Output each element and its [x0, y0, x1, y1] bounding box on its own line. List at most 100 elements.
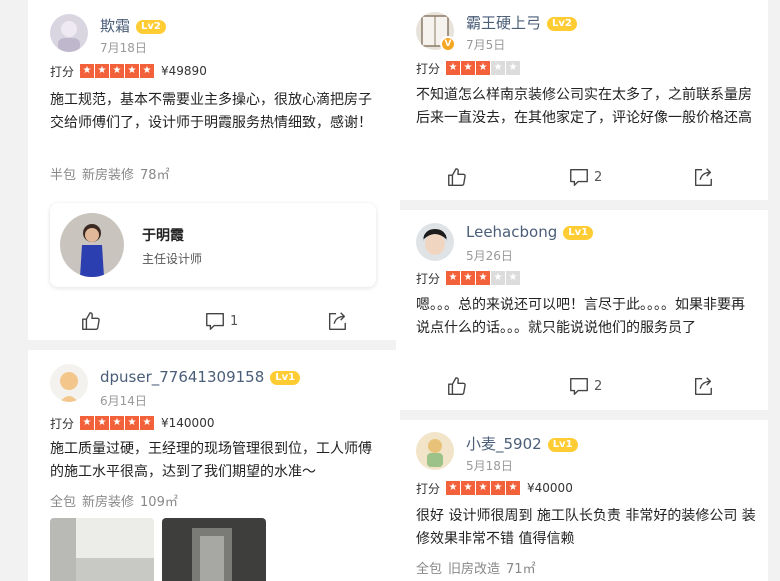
comment-count: 2 — [594, 169, 603, 185]
username[interactable]: Leehacbong Lv1 — [466, 223, 594, 241]
review-date: 7月5日 — [466, 38, 506, 52]
comment-count: 2 — [594, 378, 603, 394]
star-icon: ★ — [110, 416, 125, 430]
review-text: 施工质量过硬，王经理的现场管理很到位，工人师傅的施工水平很高，达到了我们期望的水… — [50, 441, 372, 480]
share-button[interactable] — [326, 310, 348, 332]
star-icon: ★ — [446, 271, 461, 285]
star-icon: ★ — [125, 64, 140, 78]
share-button[interactable] — [692, 166, 714, 188]
designer-name: 于明霞 — [142, 228, 184, 244]
package-type: 全包 — [50, 495, 77, 510]
user-avatar[interactable] — [416, 223, 454, 261]
designer-card[interactable]: 于明霞 主任设计师 — [50, 203, 376, 287]
rating-row: 打分 ★ ★ ★ ★ ★ ¥40000 — [416, 480, 573, 496]
comment-icon — [570, 377, 588, 395]
price: ¥40000 — [527, 481, 573, 495]
star-icon: ★ — [80, 416, 95, 430]
review-date: 7月18日 — [100, 41, 147, 55]
rating-row: 打分 ★ ★ ★ ★ ★ — [416, 60, 521, 76]
star-icon: ★ — [80, 64, 95, 78]
level-badge: Lv2 — [136, 20, 166, 34]
comment-count: 1 — [230, 313, 239, 329]
star-icon: ★ — [476, 271, 491, 285]
share-button[interactable] — [692, 375, 714, 397]
rating-label: 打分 — [416, 271, 441, 286]
review-text: 不知道怎么样南京装修公司实在太多了，之前联系量房后来一直没去，在其他家定了，评论… — [416, 87, 752, 126]
star-icon: ★ — [140, 416, 155, 430]
review-date: 5月18日 — [466, 459, 513, 473]
package-type: 全包 — [416, 562, 443, 577]
review-photo[interactable] — [50, 518, 154, 581]
star-icon: ★ — [476, 61, 491, 75]
like-button[interactable] — [446, 166, 468, 188]
rating-label: 打分 — [416, 61, 441, 76]
area: 109㎡ — [140, 495, 178, 510]
star-rating: ★ ★ ★ ★ ★ — [446, 61, 521, 75]
comment-button[interactable]: 2 — [568, 375, 602, 397]
verified-badge: V — [440, 36, 456, 52]
review-card: 小麦_5902 Lv1 5月18日 打分 ★ ★ ★ ★ ★ ¥40000 很好 设计师很… — [396, 420, 768, 581]
like-icon — [82, 312, 100, 330]
user-avatar[interactable] — [50, 364, 88, 402]
project-meta: 全包 旧房改造 71㎡ — [416, 558, 536, 577]
star-icon: ★ — [125, 416, 140, 430]
star-icon: ★ — [476, 481, 491, 495]
star-icon: ★ — [140, 64, 155, 78]
share-icon — [694, 377, 712, 395]
star-icon: ★ — [506, 61, 521, 75]
like-icon — [448, 377, 466, 395]
review-date: 6月14日 — [100, 394, 147, 408]
area: 71㎡ — [506, 562, 536, 577]
rating-label: 打分 — [416, 481, 441, 496]
comment-icon — [206, 312, 224, 330]
review-card: 欺霜 Lv2 7月18日 打分 ★ ★ ★ ★ ★ ¥49890 施工规范，基本不需要业主… — [28, 0, 400, 340]
star-icon: ★ — [491, 61, 506, 75]
comment-button[interactable]: 1 — [204, 310, 238, 332]
star-icon: ★ — [491, 271, 506, 285]
star-icon: ★ — [461, 481, 476, 495]
star-icon: ★ — [446, 61, 461, 75]
review-text: 嗯。。。总的来说还可以吧！言尽于此。。。。如果非要再说点什么的话。。。就只能说说… — [416, 297, 745, 336]
rating-row: 打分 ★ ★ ★ ★ ★ ¥140000 — [50, 415, 214, 431]
star-icon: ★ — [461, 61, 476, 75]
project-type: 旧房改造 — [448, 562, 501, 577]
user-avatar[interactable] — [416, 432, 454, 470]
username[interactable]: dpuser_77641309158 Lv1 — [100, 368, 301, 386]
review-text: 很好 设计师很周到 施工队长负责 非常好的装修公司 装修效果非常不错 值得信赖 — [416, 508, 756, 547]
user-avatar[interactable] — [50, 14, 88, 52]
action-bar: 2 — [396, 166, 768, 190]
share-icon — [694, 168, 712, 186]
level-badge: Lv1 — [270, 371, 301, 385]
rating-label: 打分 — [50, 64, 75, 79]
like-button[interactable] — [80, 310, 102, 332]
share-icon — [328, 312, 346, 330]
username[interactable]: 欺霜 Lv2 — [100, 15, 166, 36]
designer-role: 主任设计师 — [142, 252, 203, 266]
star-icon: ★ — [446, 481, 461, 495]
username[interactable]: 小麦_5902 Lv1 — [466, 433, 578, 454]
project-type: 新房装修 — [82, 495, 135, 510]
project-meta: 全包 新房装修 109㎡ — [50, 491, 178, 510]
review-photo[interactable] — [162, 518, 266, 581]
star-icon: ★ — [110, 64, 125, 78]
username[interactable]: 霸王硬上弓 Lv2 — [466, 12, 577, 33]
level-badge: Lv1 — [563, 226, 594, 240]
comment-button[interactable]: 2 — [568, 166, 602, 188]
rating-row: 打分 ★ ★ ★ ★ ★ ¥49890 — [50, 63, 207, 79]
star-icon: ★ — [461, 271, 476, 285]
star-rating: ★ ★ ★ ★ ★ — [446, 481, 521, 495]
star-icon: ★ — [506, 271, 521, 285]
project-meta: 半包 新房装修 78㎡ — [50, 164, 170, 183]
review-card: V 霸王硬上弓 Lv2 7月5日 打分 ★ ★ ★ ★ ★ 不知道怎么样南京装修公司实在太… — [396, 0, 768, 200]
action-bar: 2 — [396, 375, 768, 399]
star-rating: ★ ★ ★ ★ ★ — [446, 271, 521, 285]
price: ¥49890 — [161, 64, 207, 78]
designer-avatar — [60, 213, 124, 277]
price: ¥140000 — [161, 416, 215, 430]
package-type: 半包 — [50, 168, 77, 183]
star-rating: ★ ★ ★ ★ ★ — [80, 64, 155, 78]
like-button[interactable] — [446, 375, 468, 397]
rating-label: 打分 — [50, 416, 75, 431]
like-icon — [448, 168, 466, 186]
level-badge: Lv1 — [547, 438, 578, 452]
